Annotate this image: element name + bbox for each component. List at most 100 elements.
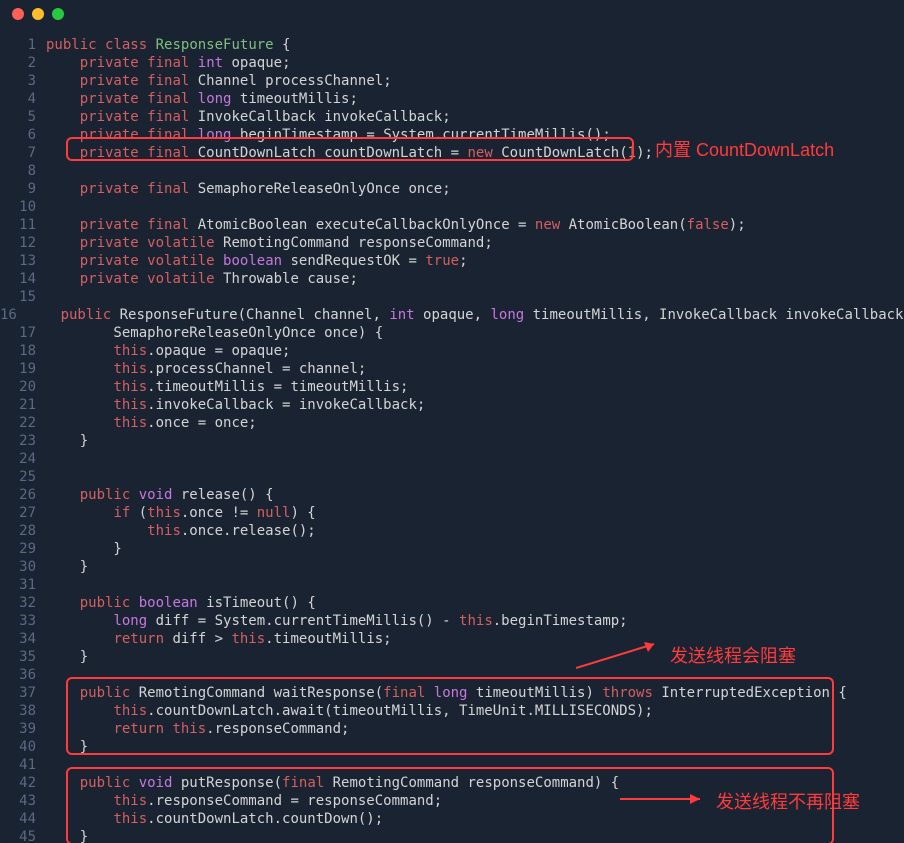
- line-number: 30: [0, 558, 46, 576]
- code-content: [46, 468, 904, 486]
- close-icon[interactable]: [12, 8, 24, 20]
- code-content: public void putResponse(final RemotingCo…: [46, 774, 904, 792]
- code-line: 40 }: [0, 738, 904, 756]
- code-content: [46, 756, 904, 774]
- line-number: 42: [0, 774, 46, 792]
- code-content: private final int opaque;: [46, 54, 904, 72]
- line-number: 32: [0, 594, 46, 612]
- code-window: 内置 CountDownLatch 发送线程会阻塞 发送线程不再阻塞 1publ…: [0, 0, 904, 843]
- code-content: this.once.release();: [46, 522, 904, 540]
- code-content: [46, 162, 904, 180]
- code-line: 32 public boolean isTimeout() {: [0, 594, 904, 612]
- code-content: }: [46, 648, 904, 666]
- line-number: 3: [0, 72, 46, 90]
- line-number: 4: [0, 90, 46, 108]
- code-content: [46, 198, 904, 216]
- line-number: 24: [0, 450, 46, 468]
- code-line: 33 long diff = System.currentTimeMillis(…: [0, 612, 904, 630]
- line-number: 44: [0, 810, 46, 828]
- line-number: 10: [0, 198, 46, 216]
- line-number: 34: [0, 630, 46, 648]
- line-number: 36: [0, 666, 46, 684]
- line-number: 11: [0, 216, 46, 234]
- code-content: [46, 288, 904, 306]
- code-content: this.once = once;: [46, 414, 904, 432]
- code-line: 17 SemaphoreReleaseOnlyOnce once) {: [0, 324, 904, 342]
- line-number: 43: [0, 792, 46, 810]
- code-line: 28 this.once.release();: [0, 522, 904, 540]
- code-content: SemaphoreReleaseOnlyOnce once) {: [46, 324, 904, 342]
- code-line: 8: [0, 162, 904, 180]
- code-content: this.responseCommand = responseCommand;: [46, 792, 904, 810]
- code-content: private volatile Throwable cause;: [46, 270, 904, 288]
- code-content: public RemotingCommand waitResponse(fina…: [46, 684, 904, 702]
- line-number: 28: [0, 522, 46, 540]
- code-line: 13 private volatile boolean sendRequestO…: [0, 252, 904, 270]
- code-content: this.timeoutMillis = timeoutMillis;: [46, 378, 904, 396]
- code-content: [46, 576, 904, 594]
- line-number: 20: [0, 378, 46, 396]
- code-content: this.invokeCallback = invokeCallback;: [46, 396, 904, 414]
- code-line: 19 this.processChannel = channel;: [0, 360, 904, 378]
- line-number: 33: [0, 612, 46, 630]
- code-line: 18 this.opaque = opaque;: [0, 342, 904, 360]
- line-number: 45: [0, 828, 46, 843]
- code-content: if (this.once != null) {: [46, 504, 904, 522]
- line-number: 17: [0, 324, 46, 342]
- code-line: 22 this.once = once;: [0, 414, 904, 432]
- code-content: this.countDownLatch.countDown();: [46, 810, 904, 828]
- code-line: 15: [0, 288, 904, 306]
- line-number: 7: [0, 144, 46, 162]
- code-line: 5 private final InvokeCallback invokeCal…: [0, 108, 904, 126]
- code-line: 27 if (this.once != null) {: [0, 504, 904, 522]
- code-content: long diff = System.currentTimeMillis() -…: [46, 612, 904, 630]
- code-content: return this.responseCommand;: [46, 720, 904, 738]
- code-line: 11 private final AtomicBoolean executeCa…: [0, 216, 904, 234]
- code-line: 1public class ResponseFuture {: [0, 36, 904, 54]
- line-number: 41: [0, 756, 46, 774]
- line-number: 22: [0, 414, 46, 432]
- code-line: 25: [0, 468, 904, 486]
- code-line: 9 private final SemaphoreReleaseOnlyOnce…: [0, 180, 904, 198]
- line-number: 5: [0, 108, 46, 126]
- line-number: 9: [0, 180, 46, 198]
- line-number: 14: [0, 270, 46, 288]
- line-number: 2: [0, 54, 46, 72]
- line-number: 40: [0, 738, 46, 756]
- line-number: 6: [0, 126, 46, 144]
- code-line: 10: [0, 198, 904, 216]
- code-line: 31: [0, 576, 904, 594]
- code-content: private volatile boolean sendRequestOK =…: [46, 252, 904, 270]
- minimize-icon[interactable]: [32, 8, 44, 20]
- code-content: this.opaque = opaque;: [46, 342, 904, 360]
- code-line: 12 private volatile RemotingCommand resp…: [0, 234, 904, 252]
- code-line: 2 private final int opaque;: [0, 54, 904, 72]
- code-content: [46, 666, 904, 684]
- line-number: 13: [0, 252, 46, 270]
- line-number: 18: [0, 342, 46, 360]
- maximize-icon[interactable]: [52, 8, 64, 20]
- code-line: 6 private final long beginTimestamp = Sy…: [0, 126, 904, 144]
- line-number: 25: [0, 468, 46, 486]
- code-content: private volatile RemotingCommand respons…: [46, 234, 904, 252]
- code-content: public class ResponseFuture {: [46, 36, 904, 54]
- code-line: 7 private final CountDownLatch countDown…: [0, 144, 904, 162]
- line-number: 12: [0, 234, 46, 252]
- line-number: 19: [0, 360, 46, 378]
- code-content: }: [46, 540, 904, 558]
- line-number: 23: [0, 432, 46, 450]
- line-number: 27: [0, 504, 46, 522]
- code-line: 3 private final Channel processChannel;: [0, 72, 904, 90]
- code-content: this.processChannel = channel;: [46, 360, 904, 378]
- code-content: private final long beginTimestamp = Syst…: [46, 126, 904, 144]
- code-content: public boolean isTimeout() {: [46, 594, 904, 612]
- code-content: private final SemaphoreReleaseOnlyOnce o…: [46, 180, 904, 198]
- code-line: 20 this.timeoutMillis = timeoutMillis;: [0, 378, 904, 396]
- code-line: 21 this.invokeCallback = invokeCallback;: [0, 396, 904, 414]
- code-line: 30 }: [0, 558, 904, 576]
- code-line: 44 this.countDownLatch.countDown();: [0, 810, 904, 828]
- line-number: 26: [0, 486, 46, 504]
- code-line: 38 this.countDownLatch.await(timeoutMill…: [0, 702, 904, 720]
- code-content: private final Channel processChannel;: [46, 72, 904, 90]
- code-content: }: [46, 828, 904, 843]
